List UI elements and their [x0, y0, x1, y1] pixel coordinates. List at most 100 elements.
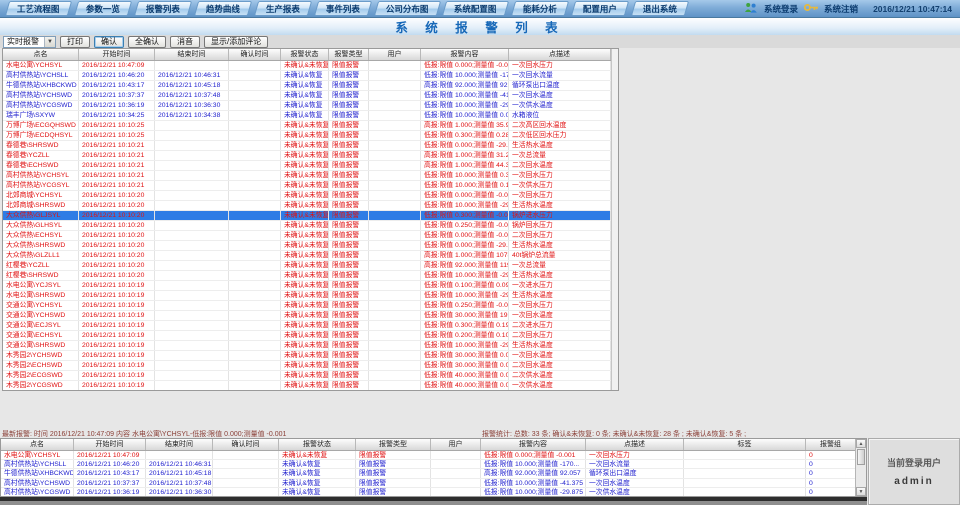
confirm-all-button[interactable]: 全确认 — [128, 36, 166, 48]
table-row[interactable]: 高村供热站\YCHSWD2016/12/21 10:37:372016/12/2… — [1, 479, 866, 488]
column-header[interactable]: 用户 — [431, 439, 481, 450]
table-row[interactable]: 水电公寓\YCJSYL2016/12/21 10:10:19未确认&未恢复限值报… — [3, 281, 618, 291]
table-cell: 一次供水温度 — [509, 101, 611, 110]
vertical-scrollbar[interactable]: ▲ ▼ — [855, 439, 866, 496]
table-cell — [229, 281, 281, 290]
table-row[interactable]: 高村供热站\YCHSLL2016/12/21 10:46:202016/12/2… — [3, 71, 618, 81]
column-header[interactable]: 点描述 — [509, 49, 611, 60]
table-row[interactable]: 春德巷\ECHSWD2016/12/21 10:10:21未确认&未恢复限值报警… — [3, 161, 618, 171]
table-row[interactable]: 高村供热站\YCGSWD2016/12/21 10:36:192016/12/2… — [3, 101, 618, 111]
scrollbar-thumb[interactable] — [857, 449, 865, 465]
table-row[interactable]: 北郊商城\SHRSWD2016/12/21 10:10:20未确认&未恢复限值报… — [3, 201, 618, 211]
table-row[interactable]: 木秀园2\YCHSWD2016/12/21 10:10:19未确认&未恢复限值报… — [3, 351, 618, 361]
table-row[interactable]: 牛德供热站\XHBCKWD2016/12/21 10:43:172016/12/… — [1, 469, 866, 478]
table-header-row: 点名开始时间结束时间确认时间报警状态报警类型用户报警内容点描述标签报警组 — [1, 439, 866, 451]
column-header[interactable]: 报警组 — [806, 439, 856, 450]
table-row[interactable]: 高村供热站\YCHSLL2016/12/21 10:46:202016/12/2… — [1, 460, 866, 469]
table-row[interactable]: 水电公寓\SHRSWD2016/12/21 10:10:19未确认&未恢复限值报… — [3, 291, 618, 301]
system-logout-button[interactable]: 系统注销 — [824, 3, 858, 15]
menu-tab[interactable]: 生产报表 — [253, 1, 311, 16]
table-row[interactable]: 北郊商城\YCHSYL2016/12/21 10:10:20未确认&未恢复限值报… — [3, 191, 618, 201]
table-cell — [229, 351, 281, 360]
column-header[interactable]: 结束时间 — [146, 439, 213, 450]
table-cell — [369, 321, 421, 330]
table-row[interactable]: 交通公寓\ECHSYL2016/12/21 10:10:19未确认&未恢复限值报… — [3, 331, 618, 341]
scroll-up-icon[interactable]: ▲ — [856, 439, 866, 448]
table-row[interactable]: 水电公寓\YCHSYL2016/12/21 10:47:09未确认&未恢复限值报… — [1, 451, 866, 460]
table-row[interactable]: 牛德供热站\XHBCKWD2016/12/21 10:43:172016/12/… — [3, 81, 618, 91]
horizontal-scrollbar-thumb[interactable] — [0, 497, 867, 501]
table-row[interactable]: 红樱巷\YCZLL2016/12/21 10:10:20未确认&未恢复限值报警高… — [3, 261, 618, 271]
menu-tab[interactable]: 配置用户 — [570, 1, 628, 16]
table-row[interactable]: 万博广场\ECDQHSYL2016/12/21 10:10:25未确认&未恢复限… — [3, 131, 618, 141]
menu-tab[interactable]: 能耗分析 — [510, 1, 568, 16]
table-row[interactable]: 交通公寓\SHRSWD2016/12/21 10:10:19未确认&未恢复限值报… — [3, 341, 618, 351]
table-cell — [229, 211, 281, 220]
menu-tab[interactable]: 公司分布图 — [373, 1, 440, 16]
table-row[interactable]: 水电公寓\YCHSYL2016/12/21 10:47:09未确认&未恢复限值报… — [3, 61, 618, 71]
table-row[interactable]: 高村供热站\YCHSWD2016/12/21 10:37:372016/12/2… — [3, 91, 618, 101]
table-cell — [155, 271, 229, 280]
table-cell: 2016/12/21 10:10:20 — [79, 251, 155, 260]
column-header[interactable]: 报警内容 — [481, 439, 586, 450]
table-cell — [146, 451, 213, 459]
menu-tab-label: 能耗分析 — [523, 3, 557, 15]
table-row[interactable]: 交通公寓\YCHSYL2016/12/21 10:10:19未确认&未恢复限值报… — [3, 301, 618, 311]
table-row[interactable]: 万博广场\ECGQHSWD2016/12/21 10:10:25未确认&未恢复限… — [3, 121, 618, 131]
table-row[interactable]: 红樱巷\SHRSWD2016/12/21 10:10:20未确认&未恢复限值报警… — [3, 271, 618, 281]
column-header[interactable]: 开始时间 — [74, 439, 146, 450]
column-header[interactable]: 报警内容 — [421, 49, 509, 60]
column-header[interactable]: 报警状态 — [279, 439, 356, 450]
menu-tab[interactable]: 系统配置图 — [442, 1, 509, 16]
table-cell: 限值报警 — [329, 321, 369, 330]
table-row[interactable]: 大众供热\GLJSYL2016/12/21 10:10:20未确认&未恢复限值报… — [3, 211, 618, 221]
table-row[interactable]: 高村供热站\YCGSWD2016/12/21 10:36:192016/12/2… — [1, 488, 866, 497]
alarm-filter-select[interactable]: 实时报警 ▼ — [3, 36, 56, 48]
column-header[interactable]: 点名 — [3, 49, 79, 60]
column-header[interactable]: 标签 — [684, 439, 806, 450]
chevron-down-icon[interactable]: ▼ — [44, 37, 55, 47]
table-row[interactable]: 大众供热\SHRSWD2016/12/21 10:10:20未确认&未恢复限值报… — [3, 241, 618, 251]
table-cell: 生活热水温度 — [509, 291, 611, 300]
table-row[interactable]: 大众供热\ECHSYL2016/12/21 10:10:20未确认&未恢复限值报… — [3, 231, 618, 241]
column-header[interactable]: 确认时间 — [213, 439, 279, 450]
menu-tab[interactable]: 退出系统 — [631, 1, 689, 16]
column-header[interactable]: 开始时间 — [79, 49, 155, 60]
column-header[interactable]: 报警类型 — [329, 49, 369, 60]
menu-tab[interactable]: 趋势曲线 — [193, 1, 251, 16]
table-row[interactable]: 木秀园2\YCGSWD2016/12/21 10:10:19未确认&未恢复限值报… — [3, 381, 618, 391]
table-row[interactable]: 大众供热\GLHSYL2016/12/21 10:10:20未确认&未恢复限值报… — [3, 221, 618, 231]
table-row[interactable]: 交通公寓\YCHSWD2016/12/21 10:10:19未确认&未恢复限值报… — [3, 311, 618, 321]
column-header[interactable]: 结束时间 — [155, 49, 229, 60]
column-header[interactable]: 点描述 — [586, 439, 684, 450]
table-cell: 牛德供热站\XHBCKWD — [3, 81, 79, 90]
column-header[interactable]: 报警状态 — [281, 49, 329, 60]
confirm-button[interactable]: 确认 — [94, 36, 124, 48]
table-row[interactable]: 大众供热\GLZLL12016/12/21 10:10:20未确认&未恢复限值报… — [3, 251, 618, 261]
table-row[interactable]: 木秀园2\ECHSWD2016/12/21 10:10:19未确认&未恢复限值报… — [3, 361, 618, 371]
table-scrollbar-track[interactable] — [611, 49, 618, 390]
table-row[interactable]: 瑞丰广场\SXYW2016/12/21 10:34:252016/12/21 1… — [3, 111, 618, 121]
table-cell: 未确认&未恢复 — [281, 151, 329, 160]
mute-button[interactable]: 消音 — [170, 36, 200, 48]
system-login-button[interactable]: 系统登录 — [764, 3, 798, 15]
column-header[interactable]: 报警类型 — [356, 439, 431, 450]
table-cell: 未确认&未恢复 — [281, 121, 329, 130]
menu-tab[interactable]: 事件列表 — [313, 1, 371, 16]
menu-tab[interactable]: 报警列表 — [133, 1, 191, 16]
column-header[interactable]: 确认时间 — [229, 49, 281, 60]
print-button[interactable]: 打印 — [60, 36, 90, 48]
table-row[interactable]: 交通公寓\ECJSYL2016/12/21 10:10:19未确认&未恢复限值报… — [3, 321, 618, 331]
table-row[interactable]: 高村供热站\YCGSYL2016/12/21 10:10:21未确认&未恢复限值… — [3, 181, 618, 191]
table-row[interactable]: 木秀园2\ECGSWD2016/12/21 10:10:19未确认&未恢复限值报… — [3, 371, 618, 381]
table-row[interactable]: 高村供热站\YCHSYL2016/12/21 10:10:21未确认&未恢复限值… — [3, 171, 618, 181]
table-row[interactable]: 春德巷\YCZLL2016/12/21 10:10:21未确认&未恢复限值报警高… — [3, 151, 618, 161]
column-header[interactable]: 点名 — [1, 439, 74, 450]
horizontal-scrollbar[interactable] — [0, 497, 867, 505]
table-row[interactable]: 春德巷\SHRSWD2016/12/21 10:10:21未确认&未恢复限值报警… — [3, 141, 618, 151]
show-add-comment-button[interactable]: 显示/添加评论 — [204, 36, 268, 48]
menu-tab[interactable]: 工艺流程图 — [5, 1, 72, 16]
column-header[interactable]: 用户 — [369, 49, 421, 60]
menu-tab[interactable]: 参数一览 — [73, 1, 131, 16]
scroll-down-icon[interactable]: ▼ — [856, 487, 866, 496]
